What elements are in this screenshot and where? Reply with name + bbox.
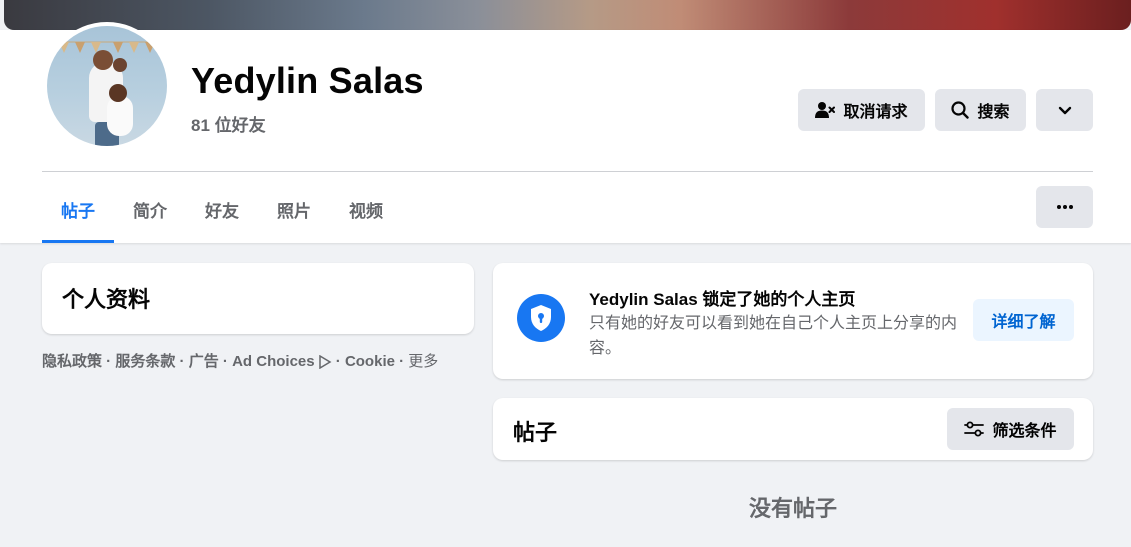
filter-button[interactable]: 筛选条件: [947, 408, 1074, 450]
privacy-link[interactable]: 隐私政策: [42, 353, 102, 370]
no-posts-message: 没有帖子: [748, 496, 837, 521]
profile-header: Yedylin Salas 81 位好友 取消请求 搜索 帖子 简介 好友 照片…: [0, 22, 1131, 243]
more-horizontal-icon: [1056, 205, 1073, 209]
ad-choices-icon[interactable]: [318, 355, 332, 369]
tab-label: 视频: [349, 202, 383, 221]
person-figure: [113, 58, 127, 72]
tab-photos[interactable]: 照片: [258, 176, 330, 243]
user-cancel-icon: [815, 102, 836, 118]
more-options-button[interactable]: [1036, 89, 1093, 131]
terms-link[interactable]: 服务条款: [115, 353, 175, 370]
intro-title: 个人资料: [62, 287, 151, 312]
cancel-request-button[interactable]: 取消请求: [798, 89, 925, 131]
person-figure: [93, 50, 113, 70]
footer-separator: ·: [175, 353, 189, 370]
tab-label: 好友: [205, 202, 239, 221]
search-button[interactable]: 搜索: [935, 89, 1026, 131]
cover-photo[interactable]: [4, 0, 1131, 30]
search-label: 搜索: [977, 104, 1010, 121]
footer-separator: ·: [218, 353, 233, 370]
filter-label: 筛选条件: [992, 423, 1057, 440]
intro-card: 个人资料: [42, 263, 474, 334]
profile-tabs: 帖子 简介 好友 照片 视频: [42, 176, 402, 243]
ads-link[interactable]: 广告: [189, 353, 219, 370]
learn-more-button[interactable]: 详细了解: [973, 299, 1074, 341]
person-figure: [107, 96, 133, 136]
tab-label: 帖子: [61, 202, 95, 221]
locked-notice-description: 只有她的好友可以看到她在自己个人主页上分享的内容。: [589, 315, 958, 357]
cookie-link[interactable]: Cookie: [345, 353, 395, 370]
search-icon: [951, 101, 970, 119]
locked-notice-title: Yedylin Salas 锁定了她的个人主页: [589, 290, 856, 309]
profile-avatar[interactable]: [43, 22, 171, 150]
tabs-more-button[interactable]: [1036, 186, 1093, 228]
profile-name: Yedylin Salas: [191, 60, 424, 101]
tab-about[interactable]: 简介: [114, 176, 186, 243]
chevron-down-icon: [1058, 106, 1071, 114]
tab-posts[interactable]: 帖子: [42, 176, 114, 243]
filter-sliders-icon: [964, 421, 985, 437]
posts-card: 帖子 筛选条件: [493, 398, 1093, 460]
footer-links: 隐私政策 · 服务条款 · 广告 · Ad Choices · Cookie ·…: [42, 350, 438, 371]
locked-profile-card: Yedylin Salas 锁定了她的个人主页 只有她的好友可以看到她在自己个人…: [493, 263, 1093, 379]
posts-title: 帖子: [513, 420, 558, 445]
friends-count[interactable]: 81 位好友: [191, 111, 266, 136]
tab-friends[interactable]: 好友: [186, 176, 258, 243]
ad-choices-link[interactable]: Ad Choices: [232, 353, 315, 370]
footer-separator: ·: [394, 353, 409, 370]
person-figure: [109, 84, 127, 102]
more-link[interactable]: 更多: [408, 353, 438, 370]
footer-separator: ·: [331, 353, 345, 370]
footer-separator: ·: [102, 353, 116, 370]
cancel-request-label: 取消请求: [843, 104, 908, 121]
tab-label: 照片: [277, 202, 311, 221]
tab-videos[interactable]: 视频: [330, 176, 402, 243]
avatar-photo: [47, 26, 167, 146]
header-divider: [42, 171, 1093, 172]
tab-label: 简介: [133, 202, 167, 221]
shield-lock-icon: [517, 294, 565, 342]
